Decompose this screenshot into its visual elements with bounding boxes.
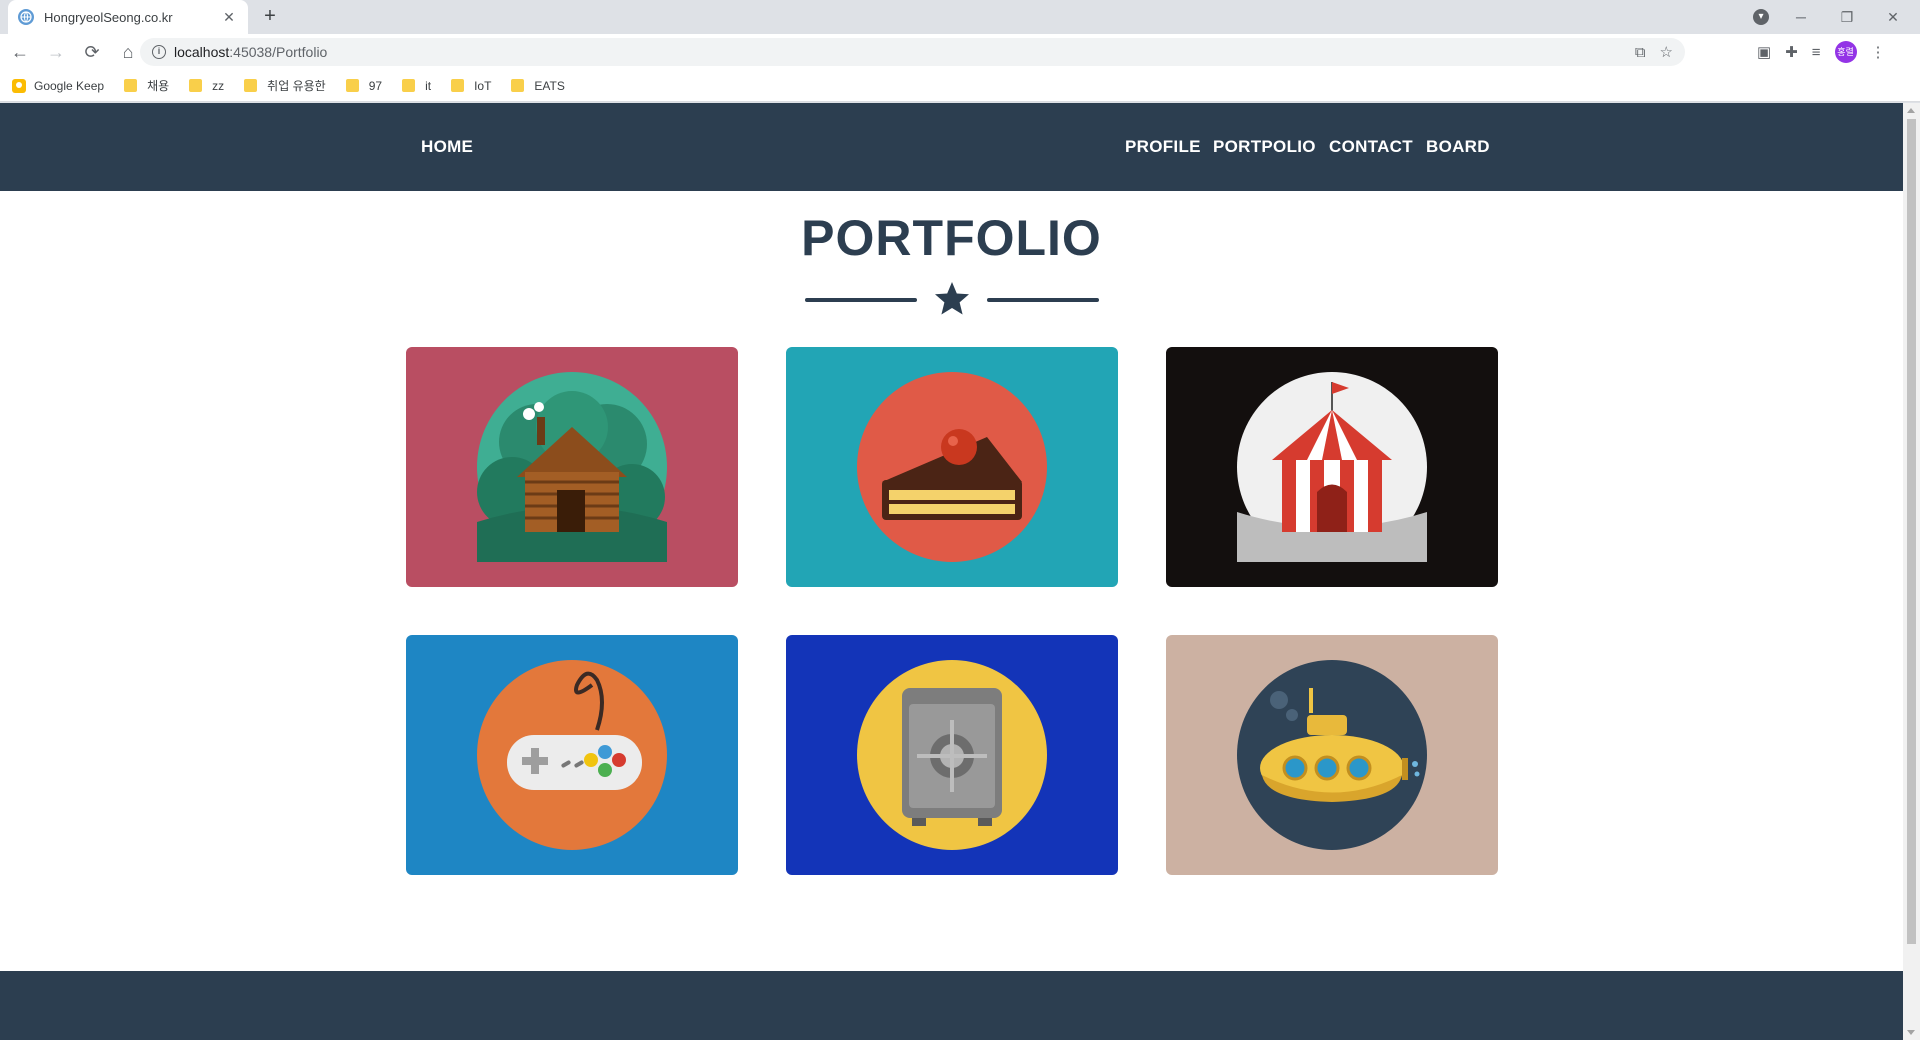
portfolio-item-game[interactable]: [406, 635, 738, 875]
page-title: PORTFOLIO: [801, 210, 1102, 266]
cabin-icon: [477, 372, 667, 562]
portfolio-item-cake[interactable]: [786, 347, 1118, 587]
site-info-icon[interactable]: i: [152, 45, 166, 59]
folder-icon: [345, 79, 359, 92]
bookmarks-bar: Google Keep 채용 zz 취업 유용한 97 it IoT EATS: [0, 70, 1920, 102]
extension-off-icon[interactable]: ▣: [1757, 43, 1771, 61]
star-icon: [935, 282, 969, 315]
browser-toolbar: ← → ⟳ ⌂ i localhost:45038/Portfolio ⧉ ☆ …: [0, 34, 1920, 70]
puzzle-extensions-icon[interactable]: ✚: [1785, 43, 1798, 61]
heading-divider: [805, 279, 1099, 319]
restore-button[interactable]: ❐: [1824, 9, 1870, 26]
folder-icon: [402, 79, 416, 92]
reading-list-icon[interactable]: ≡: [1812, 44, 1821, 61]
site-navbar: HOME PROFILE PORTPOLIO CONTACT BOARD: [0, 103, 1903, 191]
reload-icon[interactable]: ⟳: [76, 36, 108, 68]
tab-search-icon[interactable]: ▾: [1753, 9, 1769, 25]
game-controller-icon: [477, 660, 667, 850]
new-tab-button[interactable]: +: [258, 5, 282, 29]
bookmark-star-icon[interactable]: ☆: [1660, 43, 1673, 61]
bookmark-folder[interactable]: EATS: [511, 79, 565, 93]
profile-avatar[interactable]: 홍렬: [1834, 41, 1857, 63]
submarine-icon: [1237, 660, 1427, 850]
portfolio-item-safe[interactable]: [786, 635, 1118, 875]
url-text: localhost:45038/Portfolio: [174, 44, 328, 60]
nav-profile-link[interactable]: PROFILE: [1125, 103, 1201, 191]
circus-tent-icon: [1237, 372, 1427, 562]
cake-icon: [857, 372, 1047, 562]
folder-icon: [244, 79, 258, 92]
portfolio-item-circus[interactable]: [1166, 347, 1498, 587]
globe-icon: [18, 9, 34, 25]
close-window-button[interactable]: ✕: [1870, 9, 1916, 26]
folder-icon: [189, 79, 203, 92]
divider-line: [987, 298, 1099, 302]
site-footer: [0, 971, 1903, 1040]
nav-home-link[interactable]: HOME: [421, 103, 473, 191]
folder-icon: [124, 79, 138, 92]
scroll-down-arrow-icon[interactable]: [1907, 1030, 1915, 1035]
portfolio-item-submarine[interactable]: [1166, 635, 1498, 875]
browser-tab-bar: HongryeolSeong.co.kr ✕ + ▾ ─ ❐ ✕: [0, 0, 1920, 34]
vertical-scrollbar[interactable]: [1903, 103, 1920, 1040]
browser-tab[interactable]: HongryeolSeong.co.kr ✕: [8, 0, 248, 34]
nav-board-link[interactable]: BOARD: [1426, 103, 1490, 191]
bookmark-folder[interactable]: it: [402, 79, 431, 93]
window-controls: ─ ❐ ✕: [1778, 0, 1916, 34]
forward-arrow-icon[interactable]: →: [40, 36, 72, 68]
safe-icon: [857, 660, 1047, 850]
divider-line: [805, 298, 917, 302]
folder-icon: [511, 79, 525, 92]
portfolio-item-cabin[interactable]: [406, 347, 738, 587]
back-arrow-icon[interactable]: ←: [4, 36, 36, 68]
page-viewport: HOME PROFILE PORTPOLIO CONTACT BOARD POR…: [0, 103, 1903, 1040]
scrollbar-thumb[interactable]: [1907, 119, 1916, 944]
more-menu-icon[interactable]: ⋮: [1871, 43, 1886, 61]
address-bar[interactable]: i localhost:45038/Portfolio ⧉ ☆: [140, 38, 1685, 66]
bookmark-folder[interactable]: 취업 유용한: [244, 77, 326, 94]
tab-title: HongryeolSeong.co.kr: [44, 9, 173, 25]
keep-icon: [12, 78, 26, 93]
bookmark-folder[interactable]: zz: [189, 79, 224, 93]
bookmark-google-keep[interactable]: Google Keep: [12, 78, 104, 93]
scroll-up-arrow-icon[interactable]: [1907, 108, 1915, 113]
folder-icon: [451, 79, 465, 92]
translate-icon[interactable]: ⧉: [1635, 44, 1646, 61]
bookmark-folder[interactable]: IoT: [451, 79, 491, 93]
minimize-button[interactable]: ─: [1778, 9, 1824, 25]
tab-close-icon[interactable]: ✕: [220, 9, 238, 26]
bookmark-folder[interactable]: 97: [345, 79, 382, 93]
nav-contact-link[interactable]: CONTACT: [1329, 103, 1413, 191]
nav-portfolio-link[interactable]: PORTPOLIO: [1213, 103, 1316, 191]
bookmark-folder[interactable]: 채용: [124, 77, 169, 94]
